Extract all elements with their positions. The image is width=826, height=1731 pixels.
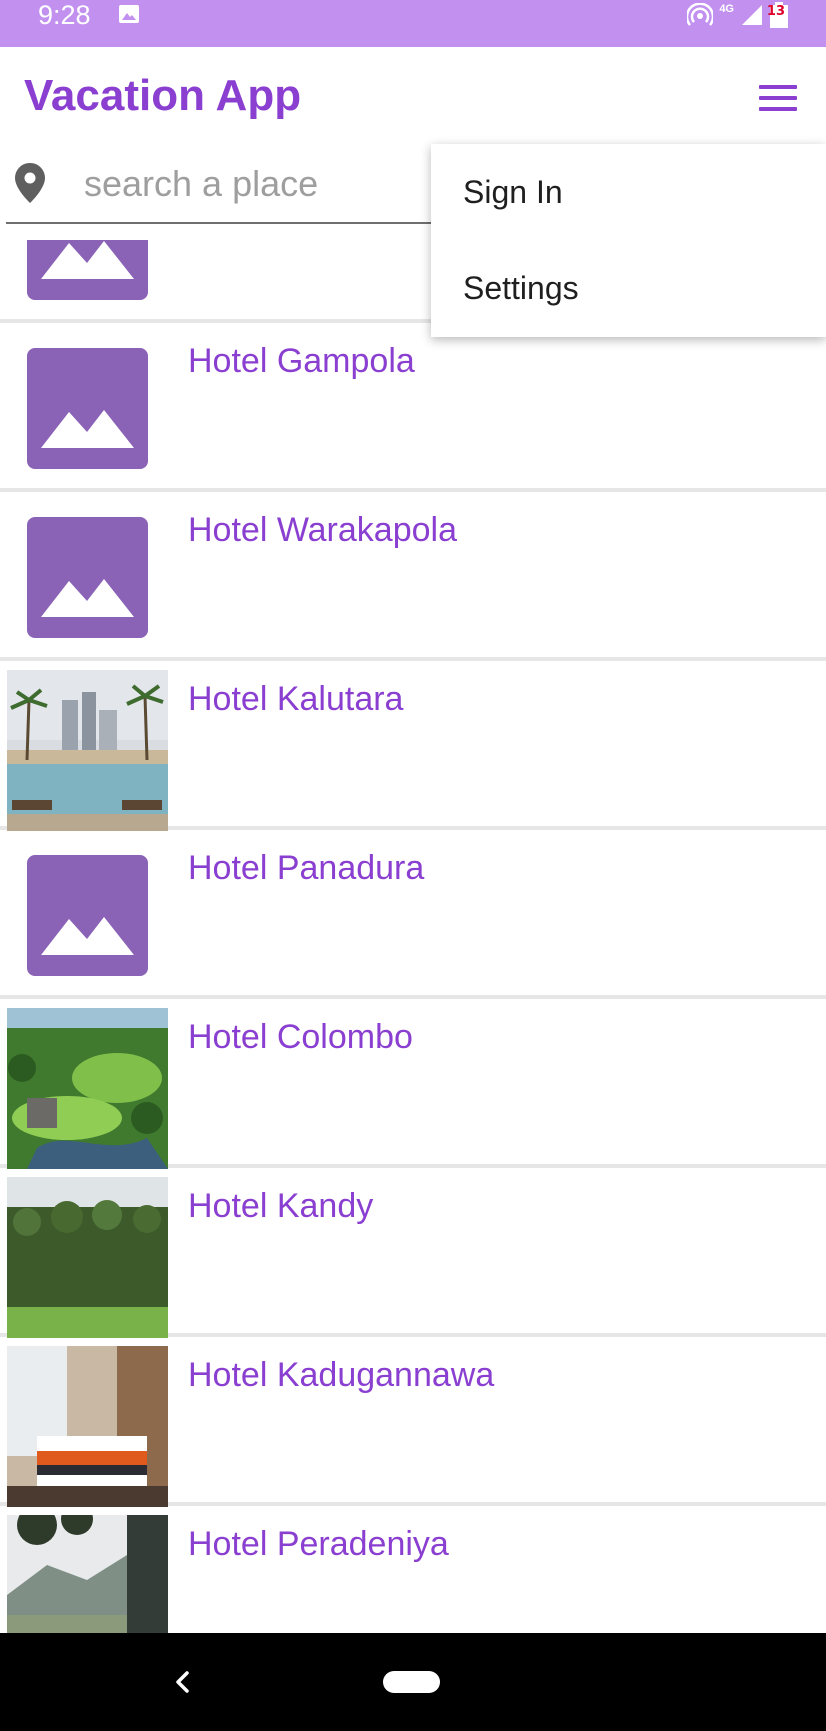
hotel-list[interactable]: Hotel Gampola Hotel Warakapola Hotel Kal… <box>0 240 826 1633</box>
hotel-name: Hotel Colombo <box>188 1018 413 1056</box>
hotel-name: Hotel Gampola <box>188 342 415 380</box>
menu-item-label: Settings <box>463 270 579 306</box>
hotel-name: Hotel Peradeniya <box>188 1525 449 1563</box>
pool-photo <box>7 670 168 831</box>
hamburger-menu-icon[interactable] <box>750 71 806 123</box>
gallery-icon <box>119 5 139 23</box>
room-photo <box>7 1346 168 1507</box>
app-bar: Vacation App <box>0 47 826 139</box>
image-placeholder-icon <box>27 855 148 976</box>
list-item[interactable]: Hotel Panadura <box>0 835 826 999</box>
mountain-photo <box>7 1515 168 1633</box>
hotel-name: Hotel Kalutara <box>188 680 404 718</box>
list-item[interactable]: Hotel Colombo <box>0 1004 826 1169</box>
status-time: 9:28 <box>38 0 91 30</box>
list-item[interactable]: Hotel Gampola <box>0 328 826 492</box>
golf-photo <box>7 1008 168 1169</box>
menu-item-label: Sign In <box>463 174 563 210</box>
status-bar: 9:28 4G 13 <box>0 0 826 47</box>
home-pill-icon[interactable] <box>383 1671 440 1693</box>
app-title: Vacation App <box>24 71 302 120</box>
navigation-bar <box>0 1633 826 1731</box>
hotel-name: Hotel Kandy <box>188 1187 374 1225</box>
overflow-menu: Sign In Settings <box>431 144 826 337</box>
list-item[interactable]: Hotel Kadugannawa <box>0 1342 826 1507</box>
image-placeholder-icon <box>27 517 148 638</box>
network-type: 4G <box>719 3 734 15</box>
location-pin-icon <box>15 163 45 203</box>
list-item[interactable]: Hotel Kalutara <box>0 666 826 831</box>
hotel-name: Hotel Panadura <box>188 849 425 887</box>
green-building-photo <box>7 1177 168 1338</box>
hotel-name: Hotel Warakapola <box>188 511 457 549</box>
signal-icon <box>742 5 762 25</box>
menu-item-sign-in[interactable]: Sign In <box>431 144 826 240</box>
list-item[interactable]: Hotel Warakapola <box>0 497 826 661</box>
list-item[interactable]: Hotel Kandy <box>0 1173 826 1338</box>
menu-item-settings[interactable]: Settings <box>431 240 826 336</box>
image-placeholder-icon <box>27 348 148 469</box>
battery-level: 13 <box>766 4 785 19</box>
image-placeholder-icon <box>27 240 148 300</box>
hotel-name: Hotel Kadugannawa <box>188 1356 495 1394</box>
back-icon[interactable] <box>170 1663 194 1701</box>
hotspot-icon <box>687 3 714 26</box>
list-item[interactable]: Hotel Peradeniya <box>0 1511 826 1633</box>
